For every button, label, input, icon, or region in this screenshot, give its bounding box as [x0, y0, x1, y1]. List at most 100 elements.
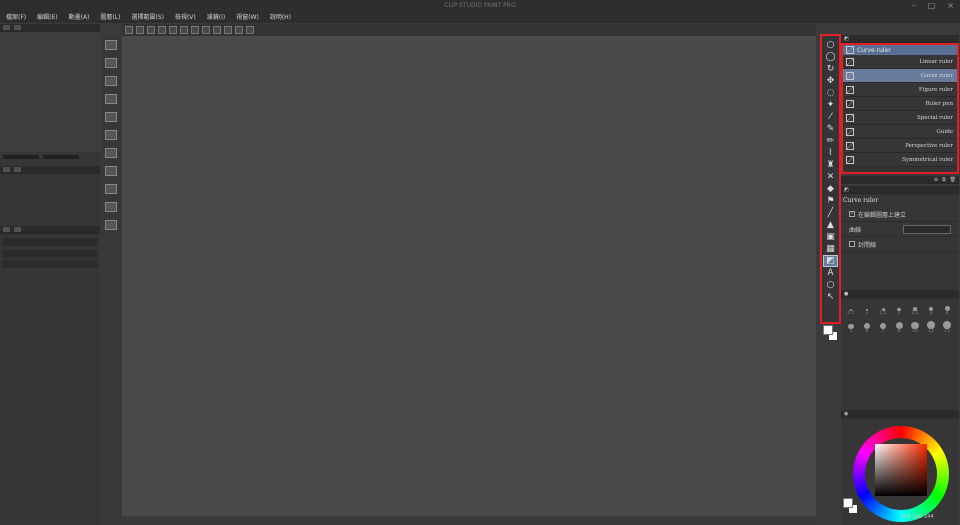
subtool-group-header[interactable]: Curve ruler — [843, 45, 957, 55]
menu-selection[interactable]: 選擇範圍(S) — [131, 12, 164, 23]
panel-menu-icon[interactable] — [3, 227, 10, 232]
brush-size-cell[interactable]: 3 — [923, 302, 939, 316]
ruler-tab-icon[interactable]: ◩ — [844, 36, 849, 42]
menu-view[interactable]: 檢視(V) — [175, 12, 196, 23]
add-subtool-icon[interactable]: ⊕ — [934, 177, 938, 183]
quick-icon-7[interactable] — [105, 148, 117, 158]
color-panel-main-swatch[interactable] — [843, 498, 853, 508]
blend-mode-select[interactable] — [2, 238, 98, 246]
lasso-icon[interactable]: ◌ — [824, 88, 837, 98]
quick-icon-9[interactable] — [105, 184, 117, 194]
menu-animation[interactable]: 動畫(A) — [69, 12, 90, 23]
menu-layer[interactable]: 圖層(L) — [100, 12, 120, 23]
subtool-item-ruler-pen[interactable]: Ruler pen — [843, 97, 957, 111]
brush-size-cell[interactable]: 6 — [859, 320, 875, 334]
panel-menu-icon[interactable] — [3, 167, 10, 172]
brush-size-cell[interactable]: 8 — [891, 320, 907, 334]
deselect-icon[interactable] — [202, 26, 210, 34]
menu-file[interactable]: 檔案(F) — [6, 12, 26, 23]
quick-icon-10[interactable] — [105, 202, 117, 212]
menu-filter[interactable]: 濾鏡(I) — [207, 12, 225, 23]
subtool-item-curve-ruler[interactable]: Curve ruler — [843, 69, 957, 83]
close-line-checkbox[interactable] — [849, 241, 855, 247]
snap-icon[interactable] — [224, 26, 232, 34]
eraser-icon[interactable]: ◆ — [824, 184, 837, 194]
menu-help[interactable]: 說明(H) — [270, 12, 291, 23]
brush-icon[interactable]: ⌇ — [824, 148, 837, 158]
close-icon[interactable]: × — [947, 1, 954, 10]
subtool-item-figure-ruler[interactable]: Figure ruler — [843, 83, 957, 97]
create-on-layer-row[interactable]: 在編輯圖層上建立 — [841, 207, 959, 222]
quick-icon-2[interactable] — [105, 58, 117, 68]
menu-window[interactable]: 視窗(W) — [236, 12, 259, 23]
saturation-value-square[interactable] — [875, 444, 927, 496]
wand-icon[interactable]: ✦ — [824, 100, 837, 110]
minimize-icon[interactable]: – — [912, 1, 916, 10]
brush-size-cell[interactable]: 12 — [923, 320, 939, 334]
new-file-icon[interactable] — [125, 26, 133, 34]
brush-size-cell[interactable]: 7 — [875, 320, 891, 334]
snap-grid-icon[interactable] — [235, 26, 243, 34]
quick-icon-8[interactable] — [105, 166, 117, 176]
line-icon[interactable]: ╱ — [824, 208, 837, 218]
quick-icon-4[interactable] — [105, 94, 117, 104]
canvas-area[interactable] — [122, 36, 816, 516]
quick-icon-6[interactable] — [105, 130, 117, 140]
quick-icon-3[interactable] — [105, 76, 117, 86]
quick-icon-5[interactable] — [105, 112, 117, 122]
correct-icon[interactable]: ↖ — [824, 292, 837, 302]
balloon-icon[interactable]: ○ — [824, 280, 837, 290]
pencil-icon[interactable]: ✏ — [824, 136, 837, 146]
delete-subtool-icon[interactable]: 🗑 — [950, 177, 956, 183]
fill-icon[interactable]: ⚑ — [824, 196, 837, 206]
subtool-item-perspective-ruler[interactable]: Perspective ruler — [843, 139, 957, 153]
subtool-item-symmetrical-ruler[interactable]: Symmetrical ruler — [843, 153, 957, 167]
hue-ring[interactable] — [853, 426, 949, 522]
main-color-swatch[interactable] — [823, 325, 833, 335]
layer-property-tab-icon[interactable] — [14, 167, 21, 172]
brush-size-cell[interactable]: 0.7 — [843, 302, 859, 316]
copy-subtool-icon[interactable]: ⧉ — [942, 177, 946, 183]
brush-size-cell[interactable]: 2.5 — [907, 302, 923, 316]
curve-type-selector[interactable] — [903, 224, 951, 234]
open-file-icon[interactable] — [136, 26, 144, 34]
eyedropper-icon[interactable]: ⁄ — [824, 112, 837, 122]
frame-icon[interactable]: ▦ — [824, 244, 837, 254]
quick-icon-1[interactable] — [105, 40, 117, 50]
text-icon[interactable]: A — [824, 268, 837, 278]
redo-icon[interactable] — [169, 26, 177, 34]
bucket-icon[interactable]: ▲ — [824, 220, 837, 230]
maximize-icon[interactable]: □ — [928, 1, 936, 10]
brush-size-tab-icon[interactable]: ● — [844, 291, 848, 297]
transform-icon[interactable] — [191, 26, 199, 34]
zoom-slider[interactable] — [3, 155, 39, 159]
create-on-layer-checkbox[interactable] — [849, 211, 855, 217]
brush-size-cell[interactable]: 2 — [891, 302, 907, 316]
tool-property-tab-icon[interactable]: ◩ — [844, 187, 849, 193]
layer-tab-icon[interactable] — [14, 227, 21, 232]
subtool-item-special-ruler[interactable]: Special ruler — [843, 111, 957, 125]
brush-size-cell[interactable]: 4 — [939, 302, 955, 316]
rotate-slider[interactable] — [43, 155, 79, 159]
panel-tab-icon[interactable] — [14, 25, 21, 30]
move-icon[interactable]: ✥ — [824, 76, 837, 86]
snap-ruler-icon[interactable] — [246, 26, 254, 34]
gradient-icon[interactable]: ▣ — [824, 232, 837, 242]
close-line-row[interactable]: 封閉線 — [841, 237, 959, 252]
undo-icon[interactable] — [158, 26, 166, 34]
panel-menu-icon[interactable] — [3, 25, 10, 30]
blend-icon[interactable]: ✕ — [824, 172, 837, 182]
pen-icon[interactable]: ✎ — [824, 124, 837, 134]
subtool-item-guide[interactable]: Guide — [843, 125, 957, 139]
subtool-item-linear-ruler[interactable]: Linear ruler — [843, 55, 957, 69]
rotate-icon[interactable]: ↻ — [824, 64, 837, 74]
clear-icon[interactable] — [180, 26, 188, 34]
color-wheel-tab-icon[interactable]: ◉ — [844, 411, 848, 417]
quick-icon-11[interactable] — [105, 220, 117, 230]
brush-size-cell[interactable]: 10 — [907, 320, 923, 334]
brush-size-cell[interactable]: 15 — [939, 320, 955, 334]
ruler-icon[interactable]: ◩ — [823, 255, 838, 267]
save-icon[interactable] — [147, 26, 155, 34]
brush-size-cell[interactable]: 1 — [859, 302, 875, 316]
airbrush-icon[interactable]: ♜ — [824, 160, 837, 170]
